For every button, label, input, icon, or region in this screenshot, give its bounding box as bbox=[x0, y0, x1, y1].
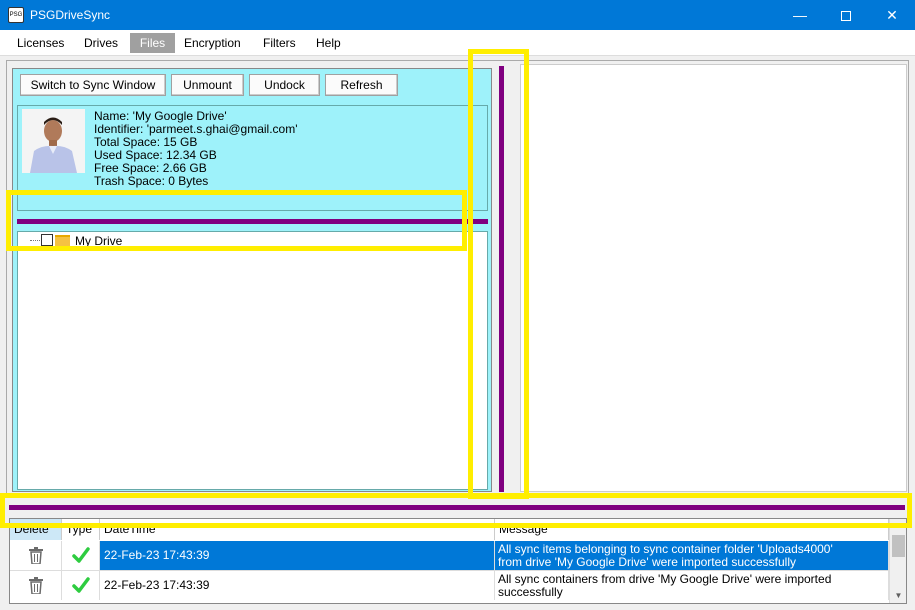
menu-drives[interactable]: Drives bbox=[78, 33, 124, 53]
menu-files[interactable]: Files bbox=[130, 33, 175, 53]
message-cell: All sync items belonging to sync contain… bbox=[495, 541, 889, 570]
unmount-button[interactable]: Unmount bbox=[171, 74, 244, 96]
menu-licenses[interactable]: Licenses bbox=[11, 33, 70, 53]
scroll-thumb[interactable] bbox=[892, 535, 905, 557]
delete-cell[interactable] bbox=[10, 571, 62, 600]
message-cell: All sync containers from drive 'My Googl… bbox=[495, 571, 889, 600]
highlight-box-vertical-splitter bbox=[468, 49, 529, 499]
datetime-cell: 22-Feb-23 17:43:39 bbox=[100, 571, 495, 600]
menu-bar: Licenses Drives Files Encryption Filters… bbox=[0, 30, 915, 56]
table-row[interactable]: 22-Feb-23 17:43:39 All sync items belong… bbox=[10, 541, 889, 570]
right-panel bbox=[520, 64, 907, 492]
type-cell bbox=[62, 571, 100, 600]
folder-tree[interactable] bbox=[17, 231, 488, 490]
trash-icon[interactable] bbox=[28, 547, 44, 564]
message-line: from drive 'My Google Drive' were import… bbox=[498, 555, 797, 569]
type-cell bbox=[62, 541, 100, 570]
scroll-down-arrow-icon[interactable]: ▼ bbox=[890, 589, 907, 603]
app-icon: PSG bbox=[8, 7, 24, 23]
success-check-icon bbox=[72, 547, 90, 563]
message-line: successfully bbox=[498, 585, 563, 599]
success-check-icon bbox=[72, 577, 90, 593]
undock-button[interactable]: Undock bbox=[249, 74, 320, 96]
table-row[interactable]: 22-Feb-23 17:43:39 All sync containers f… bbox=[10, 570, 889, 600]
maximize-icon bbox=[841, 11, 851, 22]
title-bar[interactable]: PSG PSGDriveSync — ✕ bbox=[0, 0, 915, 30]
datetime-cell: 22-Feb-23 17:43:39 bbox=[100, 541, 495, 570]
menu-encryption[interactable]: Encryption bbox=[178, 33, 247, 53]
log-scrollbar[interactable]: ▲ ▼ bbox=[889, 519, 906, 603]
avatar bbox=[22, 109, 85, 173]
menu-help[interactable]: Help bbox=[310, 33, 347, 53]
window-title: PSGDriveSync bbox=[30, 8, 111, 22]
trash-icon[interactable] bbox=[28, 577, 44, 594]
refresh-button[interactable]: Refresh bbox=[325, 74, 398, 96]
maximize-button[interactable] bbox=[823, 0, 869, 30]
highlight-box-tree-splitter bbox=[6, 190, 467, 251]
delete-cell[interactable] bbox=[10, 541, 62, 570]
menu-filters[interactable]: Filters bbox=[257, 33, 302, 53]
drive-trash-space: Trash Space: 0 Bytes bbox=[94, 174, 209, 188]
close-button[interactable]: ✕ bbox=[869, 0, 915, 30]
highlight-box-bottom-splitter bbox=[0, 493, 912, 528]
minimize-button[interactable]: — bbox=[777, 0, 823, 30]
switch-to-sync-window-button[interactable]: Switch to Sync Window bbox=[20, 74, 166, 96]
